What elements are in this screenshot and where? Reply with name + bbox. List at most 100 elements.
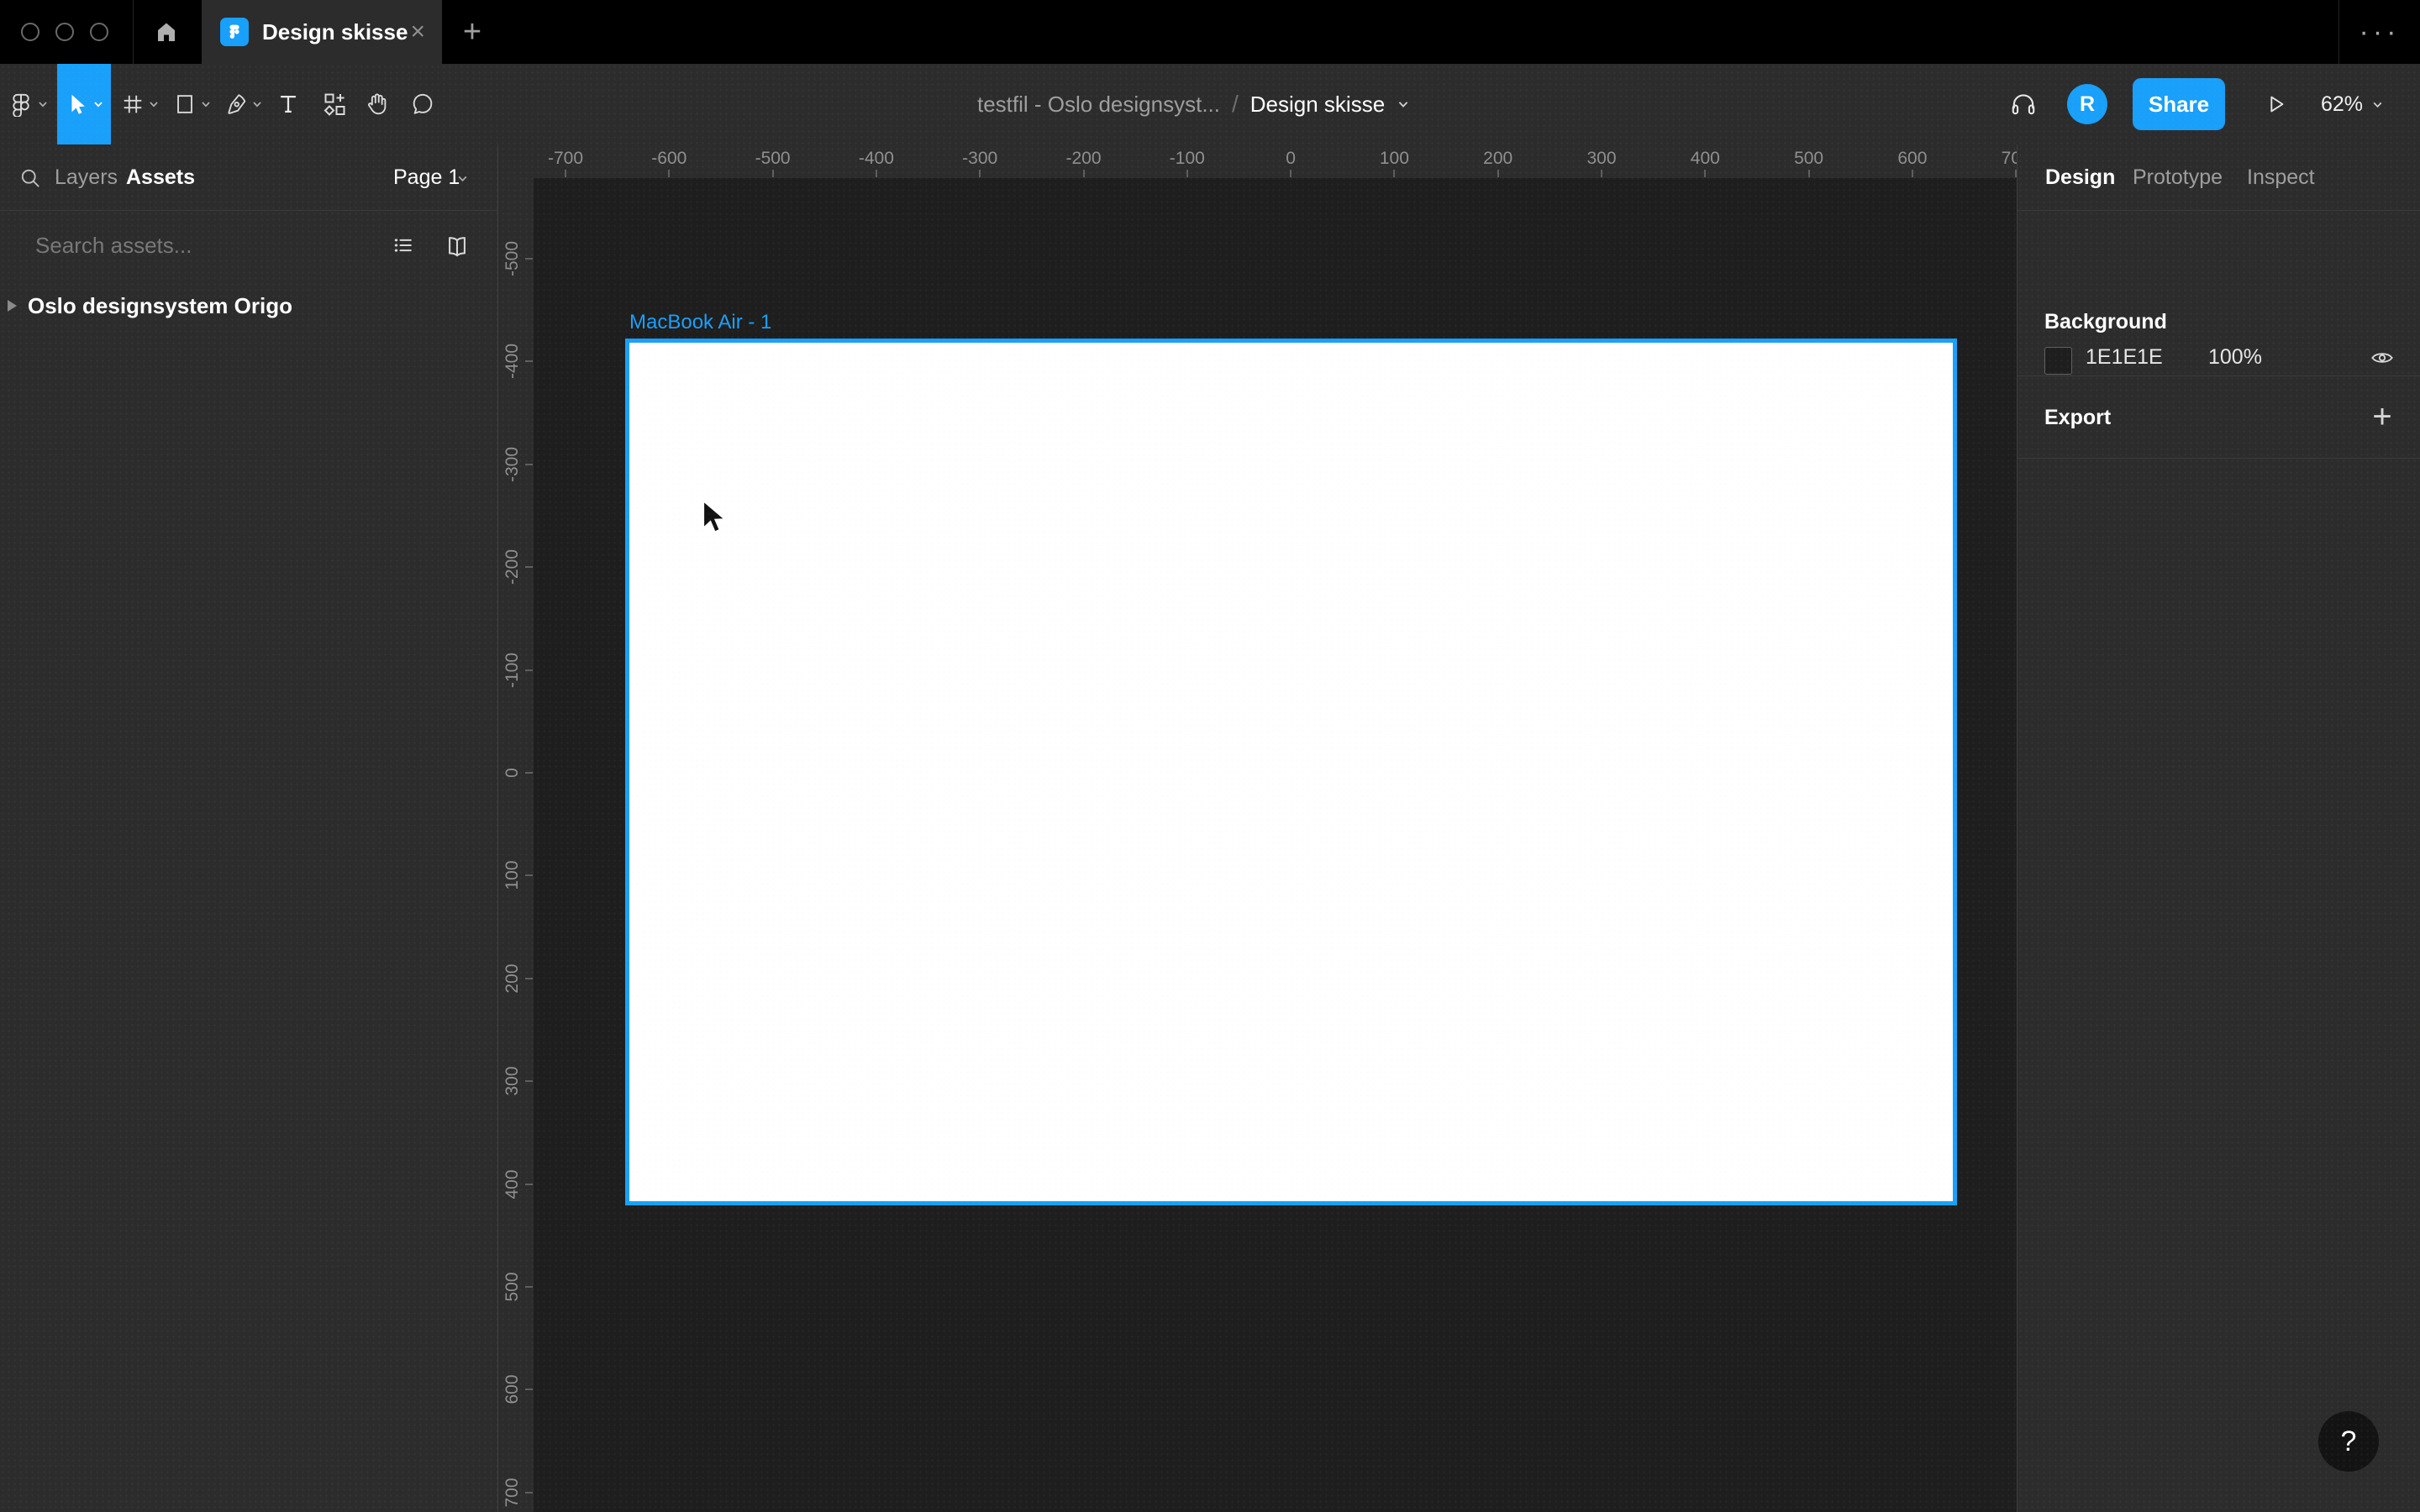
background-section: Background 1E1E1E 100% (2018, 211, 2420, 376)
resources-tool-button[interactable] (319, 64, 350, 144)
v-ruler-tick (525, 258, 533, 260)
h-ruler-label: 700 (2002, 149, 2017, 169)
tab-layers[interactable]: Layers (55, 144, 118, 211)
breadcrumb[interactable]: testfil - Oslo designsyst... / Design sk… (977, 64, 1410, 144)
add-export-button[interactable]: + (2364, 393, 2401, 440)
eye-icon[interactable] (2370, 345, 2395, 370)
comment-tool-button[interactable] (408, 64, 438, 144)
h-ruler-tick (565, 170, 566, 177)
frame-name-label[interactable]: MacBook Air - 1 (629, 311, 771, 334)
assets-search-input[interactable] (35, 211, 338, 280)
background-color-swatch[interactable] (2044, 347, 2072, 375)
h-ruler-label: 600 (1897, 149, 1927, 169)
v-ruler-label: 200 (502, 963, 523, 993)
v-ruler-label: -500 (502, 241, 523, 276)
v-ruler-tick (525, 1492, 533, 1494)
v-ruler-label: -100 (502, 653, 523, 688)
h-ruler-label: 500 (1794, 149, 1823, 169)
v-ruler-tick (525, 772, 533, 774)
h-ruler-label: -300 (962, 149, 997, 169)
h-ruler-tick (772, 170, 774, 177)
h-ruler-label: -700 (548, 149, 583, 169)
frame-macbook-air-1[interactable] (625, 339, 1957, 1205)
traffic-light-close[interactable] (21, 23, 39, 41)
list-view-icon[interactable] (392, 234, 415, 257)
help-button[interactable]: ? (2318, 1411, 2379, 1472)
library-book-icon[interactable] (445, 234, 470, 259)
question-mark-icon: ? (2341, 1425, 2357, 1458)
shapes-plus-icon (321, 91, 348, 118)
new-tab-button[interactable]: + (454, 0, 491, 64)
h-ruler-label: -400 (859, 149, 894, 169)
home-button[interactable] (133, 0, 200, 64)
assets-search-row (0, 211, 497, 280)
v-ruler-tick (525, 360, 533, 362)
share-button[interactable]: Share (2133, 78, 2225, 130)
v-ruler-tick (525, 464, 533, 465)
v-ruler-label: 500 (502, 1272, 523, 1301)
v-ruler-tick (525, 1389, 533, 1390)
v-ruler-label: 400 (502, 1169, 523, 1199)
pen-tool-button[interactable] (221, 64, 265, 144)
page-selector[interactable]: Page 1 (393, 144, 460, 211)
avatar[interactable]: R (2067, 84, 2107, 124)
background-hex-value[interactable]: 1E1E1E (2086, 345, 2163, 370)
shape-tool-button[interactable] (170, 64, 213, 144)
background-section-title: Background (2044, 310, 2167, 334)
horizontal-ruler[interactable]: -700-600-500-400-300-200-100010020030040… (498, 144, 2017, 178)
tab-design-skisse[interactable]: Design skisse × (202, 0, 442, 64)
chevron-down-icon (148, 98, 160, 110)
present-button[interactable] (2257, 64, 2294, 144)
canvas[interactable]: MacBook Air - 1 -700 -600 -500 -400 -300 -200… (498, 144, 2017, 1512)
chevron-down-icon (251, 98, 263, 110)
h-ruler-label: -600 (651, 149, 687, 169)
tab-prototype[interactable]: Prototype (2133, 144, 2223, 211)
window-tab-bar: Design skisse × + ··· (0, 0, 2420, 64)
tab-title: Design skisse (262, 19, 408, 45)
right-panel-tabs: Design Prototype Inspect (2018, 144, 2420, 211)
h-ruler-tick (876, 170, 877, 177)
h-ruler-label: -100 (1170, 149, 1205, 169)
main-menu-button[interactable] (5, 64, 52, 144)
chevron-down-icon[interactable] (456, 172, 469, 185)
figma-file-icon (220, 18, 249, 46)
asset-group-oslo-designsystem[interactable]: Oslo designsystem Origo (0, 279, 497, 333)
hand-tool-button[interactable] (361, 64, 392, 144)
breadcrumb-project[interactable]: testfil - Oslo designsyst... (977, 92, 1220, 118)
move-tool-button[interactable] (57, 64, 111, 144)
frame-grid-icon (120, 92, 145, 117)
v-ruler-label: 700 (502, 1478, 523, 1507)
v-ruler-tick (525, 669, 533, 671)
right-panel: Design Prototype Inspect Background 1E1E… (2017, 144, 2420, 1512)
h-ruler-tick (1601, 170, 1602, 177)
chevron-down-icon[interactable] (1397, 97, 1410, 111)
tab-assets[interactable]: Assets (126, 144, 195, 211)
background-opacity-value[interactable]: 100% (2208, 345, 2262, 370)
tab-close-icon[interactable]: × (410, 19, 425, 45)
text-tool-button[interactable] (273, 64, 303, 144)
h-ruler-tick (1808, 170, 1810, 177)
window-overflow-menu-button[interactable]: ··· (2349, 0, 2410, 64)
chevron-down-icon (92, 98, 104, 110)
pen-nib-icon (224, 92, 249, 117)
breadcrumb-separator: / (1232, 91, 1239, 118)
tab-design[interactable]: Design (2045, 144, 2115, 211)
speech-bubble-icon (410, 92, 435, 117)
v-ruler-label: -200 (502, 549, 523, 585)
audio-call-button[interactable] (2005, 64, 2042, 144)
traffic-light-minimize[interactable] (55, 23, 74, 41)
frame-tool-button[interactable] (118, 64, 161, 144)
v-ruler-tick (525, 1286, 533, 1288)
search-icon[interactable] (18, 166, 42, 190)
v-ruler-label: -300 (502, 447, 523, 482)
zoom-menu-button[interactable]: 62% (2321, 64, 2384, 144)
vertical-ruler[interactable]: -500-400-300-200-10001002003004005006007… (498, 144, 534, 1512)
toolbar: testfil - Oslo designsyst... / Design sk… (0, 64, 2420, 144)
collapse-triangle-icon[interactable] (8, 300, 17, 312)
chevron-down-icon (2371, 98, 2384, 111)
breadcrumb-file-name[interactable]: Design skisse (1250, 92, 1385, 118)
mouse-cursor-icon (700, 499, 737, 539)
tab-inspect[interactable]: Inspect (2247, 144, 2315, 211)
share-label: Share (2149, 92, 2209, 118)
traffic-light-fullscreen[interactable] (90, 23, 108, 41)
